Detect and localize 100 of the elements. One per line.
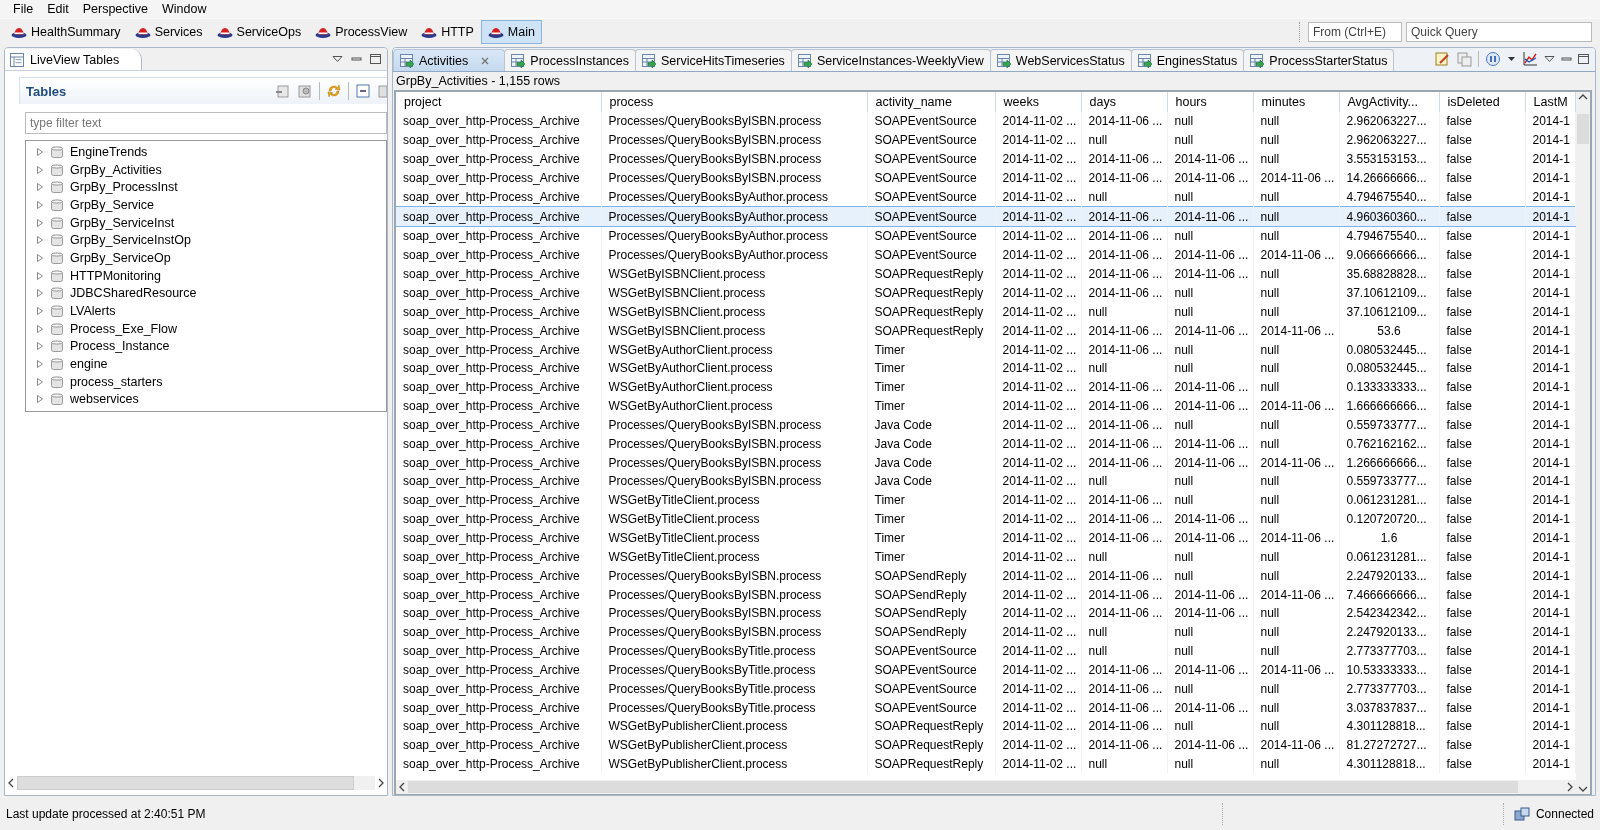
table-row[interactable]: soap_over_http-Process_Archive WSGetByISBNClient.process SOAPRequestReply 2014-11-02 ... 2014-11-06 ... 2014-11-06 ... null 35.68828828... false 2014-1: [396, 264, 1576, 284]
table-row[interactable]: soap_over_http-Process_Archive WSGetByPublisherClient.process SOAPRequestReply 2014-11-02 ... 2014-11-06 ... 2014-11-06 ... 2014-11-06 ... 81.27272727... false 2014-1: [396, 735, 1576, 755]
expand-icon[interactable]: [36, 270, 44, 281]
expand-icon[interactable]: [36, 323, 44, 334]
column-header[interactable]: activity_name: [867, 92, 995, 112]
expand-icon[interactable]: [36, 146, 44, 157]
scroll-left-icon[interactable]: [398, 782, 406, 792]
table-row[interactable]: soap_over_http-Process_Archive WSGetByAuthorClient.process Timer 2014-11-02 ... null null null 0.080532445... false 2014-1: [396, 358, 1576, 378]
table-row[interactable]: soap_over_http-Process_Archive Processes/QueryBooksByTitle.process SOAPEventSource 2014-11-02 ... null null null 2.773377703... false 2014-1: [396, 641, 1576, 661]
column-header[interactable]: LastM: [1525, 92, 1576, 112]
table-row[interactable]: soap_over_http-Process_Archive Processes/QueryBooksByISBN.process SOAPEventSource 2014-11-02 ... 2014-11-06 ... null null 2.962063227... false 2014-1: [396, 112, 1576, 131]
scroll-left-icon[interactable]: [7, 778, 15, 788]
editor-tab[interactable]: ProcessStarterStatus: [1243, 49, 1395, 71]
tree-item[interactable]: EngineTrends: [70, 144, 148, 159]
expand-icon[interactable]: [36, 306, 44, 317]
tree-item[interactable]: GrpBy_ServiceOp: [70, 250, 171, 265]
table-row[interactable]: soap_over_http-Process_Archive Processes/QueryBooksByISBN.process Java Code 2014-11-02 ... null null null 0.559733777... false 2014-1: [396, 472, 1576, 491]
close-icon[interactable]: [480, 55, 491, 66]
scrollbar-thumb[interactable]: [17, 776, 354, 790]
table-row[interactable]: soap_over_http-Process_Archive Processes/QueryBooksByISBN.process Java Code 2014-11-02 ... 2014-11-06 ... null null 0.559733777... false 2014-1: [396, 415, 1576, 435]
column-header[interactable]: weeks: [995, 92, 1081, 112]
expand-icon[interactable]: [36, 217, 44, 228]
menu-item[interactable]: Edit: [40, 2, 76, 16]
table-row[interactable]: soap_over_http-Process_Archive Processes/QueryBooksByTitle.process SOAPEventSource 2014-11-02 ... 2014-11-06 ... 2014-11-06 ... null 3.037837837... false 2014-1: [396, 698, 1576, 717]
expand-icon[interactable]: [36, 252, 44, 263]
table-row[interactable]: soap_over_http-Process_Archive Processes/QueryBooksByISBN.process Java Code 2014-11-02 ... 2014-11-06 ... 2014-11-06 ... null 0.762162162... false 2014-1: [396, 434, 1576, 454]
column-header[interactable]: days: [1081, 92, 1167, 112]
table-row[interactable]: soap_over_http-Process_Archive WSGetByISBNClient.process SOAPRequestReply 2014-11-02 ... 2014-11-06 ... 2014-11-06 ... 2014-11-06 ... 53.6 false 2014-1: [396, 321, 1576, 341]
tree-item[interactable]: Process_Instance: [70, 339, 170, 354]
table-row[interactable]: soap_over_http-Process_Archive Processes/QueryBooksByISBN.process SOAPSendReply 2014-11-02 ... 2014-11-06 ... null null 2.247920133... false 2014-1: [396, 566, 1576, 586]
tree-item[interactable]: engine: [70, 357, 108, 372]
tree-item[interactable]: webservices: [70, 392, 139, 407]
expand-icon[interactable]: [36, 288, 44, 299]
expand-icon[interactable]: [36, 182, 44, 193]
table-row[interactable]: soap_over_http-Process_Archive Processes/QueryBooksByISBN.process SOAPEventSource 2014-11-02 ... 2014-11-06 ... 2014-11-06 ... 2014-11-06 ... 14.26666666... false 2014-1: [396, 168, 1576, 188]
tree-item[interactable]: GrpBy_ServiceInstOp: [70, 233, 191, 248]
scrollbar-thumb[interactable]: [408, 781, 1518, 793]
perspective-button[interactable]: HealthSummary: [4, 20, 128, 44]
table-row[interactable]: soap_over_http-Process_Archive WSGetByISBNClient.process SOAPRequestReply 2014-11-02 ... null null null 37.10612109... false 2014-1: [396, 302, 1576, 322]
table-row[interactable]: soap_over_http-Process_Archive WSGetByAuthorClient.process Timer 2014-11-02 ... 2014-11-06 ... 2014-11-06 ... 2014-11-06 ... 1.666666666... false 2014-1: [396, 396, 1576, 416]
tree-item[interactable]: Process_Exe_Flow: [70, 321, 177, 336]
table-row[interactable]: soap_over_http-Process_Archive Processes/QueryBooksByISBN.process SOAPEventSource 2014-11-02 ... 2014-11-06 ... 2014-11-06 ... null 3.553153153... false 2014-1: [396, 149, 1576, 169]
expand-icon[interactable]: [36, 164, 44, 175]
column-header[interactable]: minutes: [1253, 92, 1339, 112]
tree-item[interactable]: GrpBy_ServiceInst: [70, 215, 175, 230]
tree-item[interactable]: GrpBy_ProcessInst: [70, 180, 178, 195]
column-header[interactable]: AvgActivity...: [1339, 92, 1439, 112]
scroll-right-icon[interactable]: [1566, 782, 1574, 792]
column-header[interactable]: process: [601, 92, 867, 112]
scroll-up-icon[interactable]: [1576, 92, 1590, 102]
table-row[interactable]: soap_over_http-Process_Archive Processes/QueryBooksByTitle.process SOAPEventSource 2014-11-02 ... 2014-11-06 ... 2014-11-06 ... 2014-11-06 ... 10.53333333... false 2014-1: [396, 660, 1576, 680]
perspective-button[interactable]: ProcessView: [308, 20, 415, 44]
menu-item[interactable]: Perspective: [75, 2, 155, 16]
column-header[interactable]: isDeleted: [1439, 92, 1525, 112]
table-row[interactable]: soap_over_http-Process_Archive WSGetByPublisherClient.process SOAPRequestReply 2014-11-02 ... 2014-11-06 ... null null 4.301128818... false 2014-1: [396, 717, 1576, 736]
table-row[interactable]: soap_over_http-Process_Archive WSGetByAuthorClient.process Timer 2014-11-02 ... 2014-11-06 ... 2014-11-06 ... null 0.133333333... false 2014-1: [396, 377, 1576, 397]
expand-icon[interactable]: [36, 394, 44, 405]
table-row[interactable]: soap_over_http-Process_Archive Processes/QueryBooksByTitle.process SOAPEventSource 2014-11-02 ... 2014-11-06 ... null null 2.773377703... false 2014-1: [396, 679, 1576, 699]
table-row[interactable]: soap_over_http-Process_Archive WSGetByTitleClient.process Timer 2014-11-02 ... 2014-11-06 ... 2014-11-06 ... null 0.120720720... false 2014-1: [396, 509, 1576, 529]
table-row[interactable]: soap_over_http-Process_Archive WSGetByTitleClient.process Timer 2014-11-02 ... 2014-11-06 ... null null 0.061231281... false 2014-1: [396, 490, 1576, 510]
scrollbar-thumb[interactable]: [1577, 114, 1589, 144]
shortcut-field[interactable]: From (Ctrl+E): [1308, 22, 1402, 42]
expand-icon[interactable]: [36, 359, 44, 370]
tree-item[interactable]: GrpBy_Activities: [70, 162, 162, 177]
perspective-button[interactable]: HTTP: [414, 20, 481, 44]
editor-tab[interactable]: Activities: [393, 49, 506, 71]
table-row[interactable]: soap_over_http-Process_Archive WSGetByISBNClient.process SOAPRequestReply 2014-11-02 ... 2014-11-06 ... null null 37.10612109... false 2014-1: [396, 283, 1576, 303]
expand-icon[interactable]: [36, 341, 44, 352]
table-row[interactable]: soap_over_http-Process_Archive WSGetByAuthorClient.process Timer 2014-11-02 ... 2014-11-06 ... null null 0.080532445... false 2014-1: [396, 340, 1576, 359]
table-row[interactable]: soap_over_http-Process_Archive Processes/QueryBooksByISBN.process SOAPSendReply 2014-11-02 ... 2014-11-06 ... 2014-11-06 ... null 2.542342342... false 2014-1: [396, 603, 1576, 623]
view-tab[interactable]: LiveView Tables: [5, 49, 143, 70]
editor-tab[interactable]: ProcessInstances: [504, 49, 636, 71]
filter-field[interactable]: type filter text: [25, 112, 387, 134]
menu-item[interactable]: File: [6, 2, 41, 16]
tree-item[interactable]: GrpBy_Service: [70, 197, 155, 212]
tree-item[interactable]: process_starters: [70, 374, 163, 389]
column-header[interactable]: hours: [1167, 92, 1253, 112]
table-row[interactable]: soap_over_http-Process_Archive Processes/QueryBooksByISBN.process SOAPSendReply 2014-11-02 ... null null null 2.247920133... false 2014-1: [396, 622, 1576, 642]
tree-item[interactable]: HTTPMonitoring: [70, 268, 161, 283]
quick-query-field[interactable]: Quick Query: [1406, 22, 1592, 42]
table-row[interactable]: soap_over_http-Process_Archive Processes/QueryBooksByISBN.process SOAPEventSource 2014-11-02 ... null null null 2.962063227... false 2014-1: [396, 130, 1576, 150]
scroll-down-icon[interactable]: [1576, 784, 1590, 794]
menu-item[interactable]: Window: [155, 2, 214, 16]
table-row[interactable]: soap_over_http-Process_Archive WSGetByTitleClient.process Timer 2014-11-02 ... 2014-11-06 ... 2014-11-06 ... 2014-11-06 ... 1.6 false 2014-1: [396, 528, 1576, 548]
editor-tab[interactable]: EnginesStatus: [1130, 49, 1245, 71]
table-row[interactable]: soap_over_http-Process_Archive Processes/QueryBooksByAuthor.process SOAPEventSource 2014-11-02 ... 2014-11-06 ... null null 4.794675540... false 2014-1: [396, 226, 1576, 246]
table-row[interactable]: soap_over_http-Process_Archive Processes/QueryBooksByAuthor.process SOAPEventSource 2014-11-02 ... 2014-11-06 ... 2014-11-06 ... null 4.960360360... false 2014-1: [396, 206, 1576, 227]
table-row[interactable]: soap_over_http-Process_Archive Processes/QueryBooksByISBN.process Java Code 2014-11-02 ... 2014-11-06 ... 2014-11-06 ... 2014-11-06 ... 1.266666666... false 2014-1: [396, 453, 1576, 473]
expand-icon[interactable]: [36, 199, 44, 210]
table-row[interactable]: soap_over_http-Process_Archive Processes/QueryBooksByAuthor.process SOAPEventSource 2014-11-02 ... 2014-11-06 ... 2014-11-06 ... 2014-11-06 ... 9.066666666... false 2014-1: [396, 245, 1576, 265]
tree-item[interactable]: JDBCSharedResource: [70, 286, 197, 301]
scroll-right-icon[interactable]: [377, 778, 385, 788]
editor-tab[interactable]: WebServicesStatus: [989, 49, 1132, 71]
perspective-button[interactable]: Main: [480, 20, 542, 44]
column-header[interactable]: project: [396, 92, 601, 112]
editor-tab[interactable]: ServiceHitsTimeseries: [635, 49, 792, 71]
table-row[interactable]: soap_over_http-Process_Archive WSGetByTitleClient.process Timer 2014-11-02 ... null null null 0.061231281... false 2014-1: [396, 547, 1576, 567]
perspective-button[interactable]: Services: [127, 20, 210, 44]
expand-icon[interactable]: [36, 376, 44, 387]
perspective-button[interactable]: ServiceOps: [209, 20, 309, 44]
